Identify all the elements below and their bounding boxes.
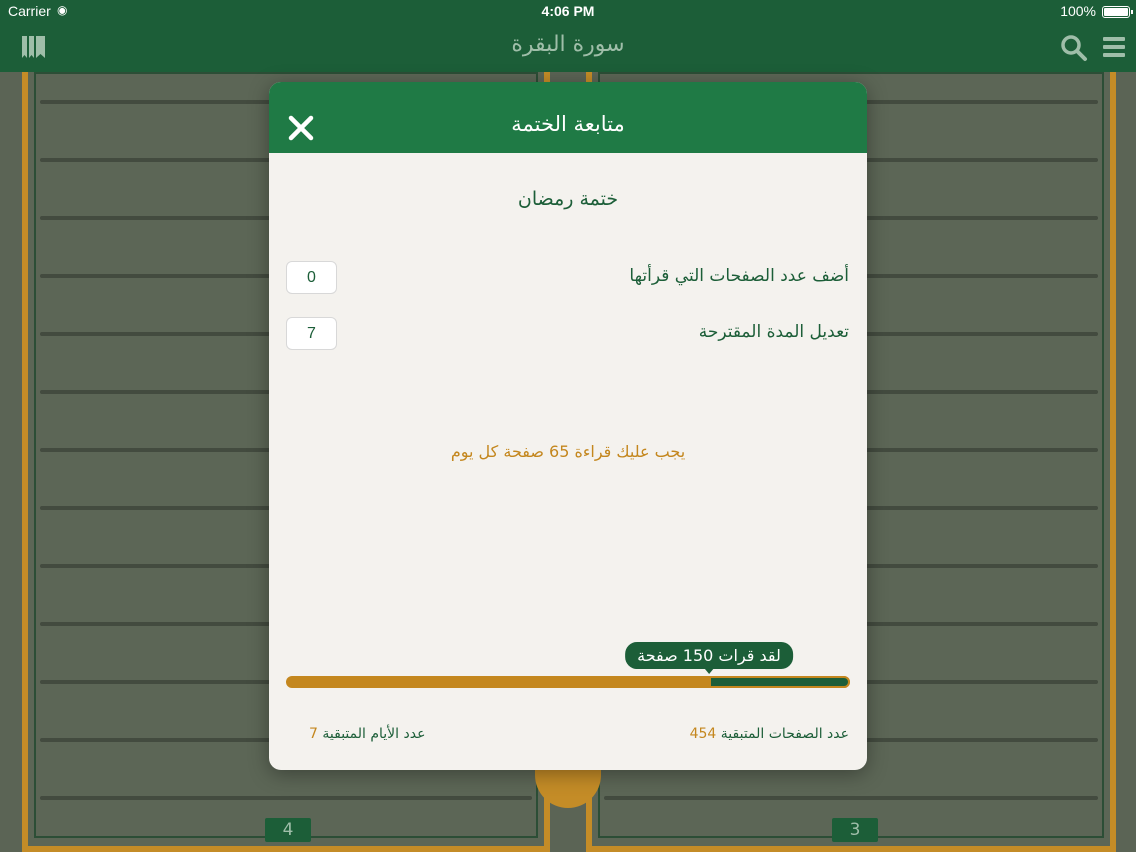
dialog-title: متابعة الختمة xyxy=(511,112,625,136)
plan-name: ختمة رمضان xyxy=(517,188,619,210)
close-icon[interactable] xyxy=(287,114,315,142)
remaining-pages-stat: عدد الصفحات المتبقية 454 xyxy=(690,726,849,742)
clock: 4:06 PM xyxy=(541,3,595,19)
remaining-pages-label: عدد الصفحات المتبقية xyxy=(720,726,849,742)
page-number-left: 4 xyxy=(265,818,311,842)
navigation-bar: سورة البقرة xyxy=(0,24,1136,72)
pages-read-tooltip: لقد قرات 150 صفحة xyxy=(625,642,793,674)
verse-line xyxy=(604,796,1098,800)
remaining-days-value: 7 xyxy=(309,726,318,742)
pages-read-label: أضف عدد الصفحات التي قرأتها xyxy=(629,266,849,286)
progress-fill xyxy=(709,676,850,688)
page-border xyxy=(28,846,544,852)
verse-line xyxy=(40,796,532,800)
dialog-header: متابعة الختمة xyxy=(269,82,867,153)
pages-read-input[interactable]: 0 xyxy=(286,261,337,294)
remaining-days-label: عدد الأيام المتبقية xyxy=(322,726,426,742)
battery-icon xyxy=(1102,6,1133,18)
duration-label: تعديل المدة المقترحة xyxy=(698,322,849,342)
surah-title: سورة البقرة xyxy=(511,32,625,57)
status-bar: Carrier ◉ 4:06 PM 100% xyxy=(0,0,1136,24)
remaining-days-stat: عدد الأيام المتبقية 7 xyxy=(309,726,425,742)
khatma-tracking-dialog: متابعة الختمة ختمة رمضان أضف عدد الصفحات… xyxy=(269,82,867,770)
remaining-pages-value: 454 xyxy=(689,726,717,742)
duration-input[interactable]: 7 xyxy=(286,317,337,350)
page-number-right: 3 xyxy=(832,818,878,842)
khatma-progress-bar xyxy=(286,676,850,688)
daily-pages-advice: يجب عليك قراءة 65 صفحة كل يوم xyxy=(450,442,686,461)
menu-icon[interactable] xyxy=(1102,35,1126,59)
page-border xyxy=(592,846,1110,852)
battery-percent: 100% xyxy=(1060,3,1096,19)
search-icon[interactable] xyxy=(1060,34,1088,62)
